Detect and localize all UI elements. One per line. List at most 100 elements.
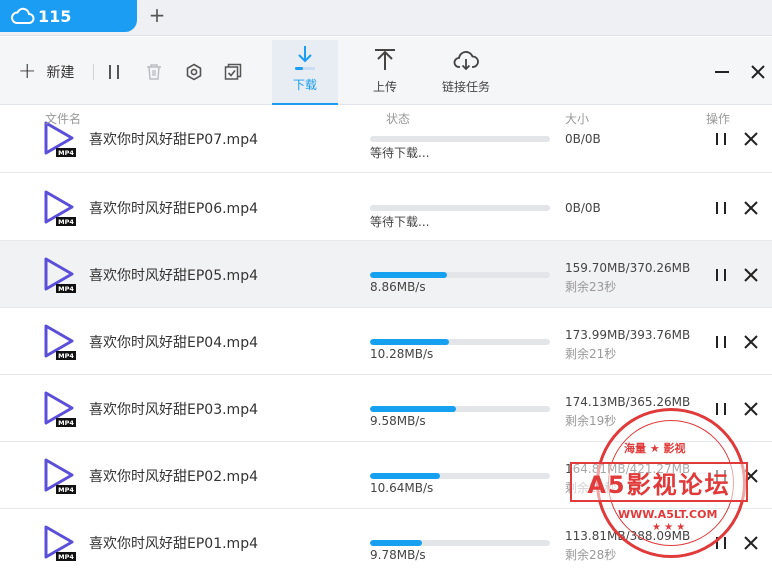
- task-progress-bar: [370, 205, 550, 211]
- task-progress-bar: [370, 272, 550, 278]
- tab-bar: 115 +: [0, 0, 772, 36]
- gear-icon: [186, 63, 202, 81]
- new-task-label: 新建: [46, 65, 75, 81]
- task-progress-bar: [370, 136, 550, 142]
- minimize-button[interactable]: [713, 63, 731, 81]
- task-remove-button[interactable]: [743, 334, 759, 350]
- close-window-button[interactable]: [749, 63, 767, 81]
- column-status[interactable]: 状态: [386, 110, 410, 127]
- mp4-file-icon: MP4: [44, 190, 76, 226]
- tab-link-tasks-label: 链接任务: [441, 80, 490, 94]
- tab-upload-label: 上传: [372, 80, 397, 94]
- close-icon: [751, 65, 765, 79]
- task-filename: 喜欢你时风好甜EP07.mp4: [89, 132, 258, 148]
- trash-icon: [147, 64, 161, 80]
- delete-button[interactable]: [144, 62, 164, 82]
- mp4-file-icon: MP4: [44, 525, 76, 561]
- task-row[interactable]: MP4 喜欢你时风好甜EP04.mp4 10.28MB/s 173.99MB/393.…: [0, 308, 772, 375]
- task-remove-button[interactable]: [743, 535, 759, 551]
- task-pause-button[interactable]: [713, 535, 729, 551]
- task-status: 等待下载...: [370, 146, 430, 160]
- tab-upload[interactable]: 上传: [352, 40, 418, 105]
- tab-download-label: 下载: [292, 78, 317, 92]
- task-filename: 喜欢你时风好甜EP06.mp4: [89, 201, 258, 217]
- download-manager-window: 115 + + 新建 下载 上传 链接任务 MP4 喜欢你时风好甜EP07.mp…: [0, 0, 772, 568]
- task-status: 10.64MB/s: [370, 481, 434, 495]
- task-remove-button[interactable]: [743, 401, 759, 417]
- task-status: 8.86MB/s: [370, 280, 426, 294]
- task-remove-button[interactable]: [743, 200, 759, 216]
- task-row[interactable]: MP4 喜欢你时风好甜EP05.mp4 8.86MB/s 159.70MB/370.2…: [0, 241, 772, 308]
- task-progress-bar: [370, 540, 550, 546]
- mp4-file-icon: MP4: [44, 324, 76, 360]
- task-size: 0B/0B: [565, 132, 601, 146]
- mp4-badge: MP4: [58, 553, 74, 561]
- task-row[interactable]: MP4 喜欢你时风好甜EP03.mp4 9.58MB/s 174.13MB/365.2…: [0, 375, 772, 442]
- task-pause-button[interactable]: [713, 267, 729, 283]
- column-filename[interactable]: 文件名: [45, 110, 81, 127]
- task-size: 113.81MB/388.09MB: [565, 529, 691, 543]
- pause-icon: [109, 65, 119, 79]
- toolbar-divider: [93, 64, 94, 80]
- column-action: 操作: [706, 112, 731, 126]
- new-task-button[interactable]: + 新建: [18, 61, 74, 83]
- mp4-badge: MP4: [58, 149, 74, 157]
- task-status: 9.78MB/s: [370, 548, 426, 562]
- task-row[interactable]: MP4 喜欢你时风好甜EP01.mp4 9.78MB/s 113.81MB/388.0…: [0, 509, 772, 568]
- tab-link-tasks[interactable]: 链接任务: [433, 40, 499, 105]
- mp4-file-icon: MP4: [44, 257, 76, 293]
- task-remaining-time: 剩余21秒: [565, 347, 617, 361]
- task-remaining-time: 剩余19秒: [565, 414, 617, 428]
- mp4-badge: MP4: [58, 419, 74, 427]
- mp4-badge: MP4: [58, 285, 74, 293]
- column-size[interactable]: 大小: [565, 110, 589, 127]
- task-remove-button[interactable]: [743, 468, 759, 484]
- task-pause-button[interactable]: [713, 401, 729, 417]
- settings-button[interactable]: [184, 62, 204, 82]
- task-remaining-time: 剩余25秒: [565, 481, 617, 495]
- task-filename: 喜欢你时风好甜EP03.mp4: [89, 402, 258, 418]
- task-remaining-time: 剩余28秒: [565, 548, 617, 562]
- cloud-icon: [11, 7, 35, 24]
- tab-title: 115: [38, 6, 72, 26]
- task-size: 164.81MB/421.27MB: [565, 462, 691, 476]
- cloud-download-icon: [453, 51, 479, 71]
- task-pause-button[interactable]: [713, 468, 729, 484]
- plus-icon: +: [18, 59, 37, 84]
- task-filename: 喜欢你时风好甜EP04.mp4: [89, 335, 258, 351]
- task-progress-bar: [370, 473, 550, 479]
- select-all-button[interactable]: [223, 62, 243, 82]
- task-progress-fill: [370, 272, 448, 278]
- pause-all-button[interactable]: [104, 62, 124, 82]
- task-size: 0B/0B: [565, 201, 601, 215]
- upload-arrow-icon: [375, 49, 395, 70]
- task-row[interactable]: MP4 喜欢你时风好甜EP06.mp4 等待下载... 0B/0B: [0, 174, 772, 241]
- task-pause-button[interactable]: [713, 334, 729, 350]
- mp4-badge: MP4: [58, 352, 74, 360]
- task-progress-fill: [370, 339, 450, 345]
- task-filename: 喜欢你时风好甜EP02.mp4: [89, 469, 258, 485]
- task-row[interactable]: MP4 喜欢你时风好甜EP02.mp4 10.64MB/s 164.81MB/421.…: [0, 442, 772, 509]
- mp4-badge: MP4: [58, 486, 74, 494]
- task-size: 173.99MB/393.76MB: [565, 328, 691, 342]
- task-pause-button[interactable]: [713, 131, 729, 147]
- add-tab-button[interactable]: +: [146, 4, 168, 26]
- toolbar: + 新建 下载 上传 链接任务: [0, 37, 772, 105]
- task-pause-button[interactable]: [713, 200, 729, 216]
- task-progress-fill: [370, 406, 457, 412]
- task-remove-button[interactable]: [743, 267, 759, 283]
- mp4-badge: MP4: [58, 218, 74, 226]
- mp4-file-icon: MP4: [44, 391, 76, 427]
- task-status: 9.58MB/s: [370, 414, 426, 428]
- task-progress-fill: [370, 473, 441, 479]
- task-progress-bar: [370, 406, 550, 412]
- task-status: 10.28MB/s: [370, 347, 434, 361]
- task-filename: 喜欢你时风好甜EP01.mp4: [89, 536, 258, 552]
- download-arrow-icon: [295, 46, 315, 70]
- tab-115[interactable]: 115: [0, 0, 137, 32]
- tab-download[interactable]: 下载: [272, 40, 338, 105]
- task-status: 等待下载...: [370, 215, 430, 229]
- task-size: 159.70MB/370.26MB: [565, 261, 691, 275]
- task-remove-button[interactable]: [743, 131, 759, 147]
- task-progress-fill: [370, 540, 423, 546]
